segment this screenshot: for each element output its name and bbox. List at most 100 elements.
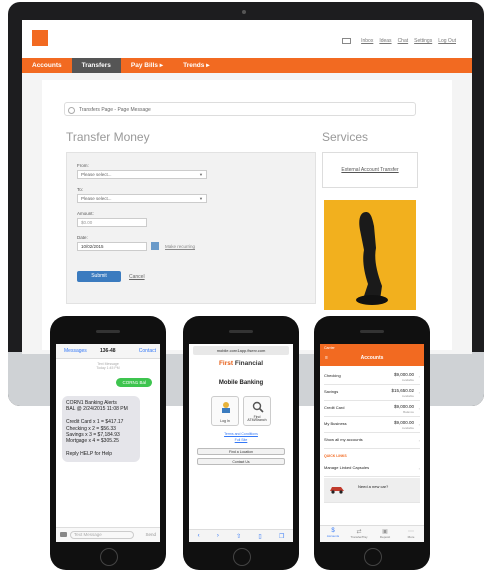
url-bar[interactable]: mobile.corn1app.fiserv.com (193, 346, 289, 355)
link-inbox[interactable]: Inbox (361, 38, 373, 44)
account-name: Checking (324, 373, 341, 378)
tab-transfer-pay[interactable]: ⇄ Transfer/Pay (346, 528, 372, 539)
login-label: Log In (220, 419, 230, 423)
to-select[interactable]: Please select... ▼ (77, 194, 207, 203)
sms-thread-title: 136-48 (100, 348, 116, 354)
account-row-business[interactable]: My Business $9,000.00 Available › (324, 418, 420, 433)
chevron-right-icon: › (418, 406, 420, 411)
tabs-icon[interactable]: ❐ (279, 533, 284, 540)
chevron-right-icon: › (418, 466, 420, 471)
to-label: To: (77, 187, 84, 192)
magnifier-icon (252, 401, 264, 413)
nav-transfers[interactable]: Transfers (71, 58, 121, 73)
web-screen: mobile.corn1app.fiserv.com First Financi… (189, 344, 293, 542)
sms-meta: Text Message Today 1:45 PM (56, 362, 160, 370)
desktop-screen: Inbox Ideas Chat Settings Log Out Accoun… (22, 20, 472, 354)
find-atm-tile[interactable]: Find ATM/Branch (243, 396, 271, 426)
submit-button[interactable]: Submit (77, 271, 121, 282)
account-row-checking[interactable]: Checking $9,000.00 Available › (324, 370, 420, 385)
send-button[interactable]: Send (145, 532, 156, 537)
forward-arrow-icon[interactable]: › (217, 533, 219, 539)
nav-trends[interactable]: Trends ▸ (173, 58, 219, 73)
make-recurring-link[interactable]: Make recurring (165, 244, 195, 249)
external-transfer-link[interactable]: External Account Transfer (341, 167, 398, 173)
app-tab-bar: $ Accounts ⇄ Transfer/Pay ▣ Deposit ⋯ More (320, 525, 424, 542)
top-bar: Inbox Ideas Chat Settings Log Out (22, 20, 472, 58)
services-box: External Account Transfer (322, 152, 418, 188)
camera-icon[interactable] (60, 532, 67, 537)
sms-compose-bar: Text Message Send (56, 527, 160, 542)
services-heading: Services (322, 130, 369, 144)
ad-banner[interactable] (324, 200, 416, 310)
date-label: Date: (77, 235, 88, 240)
more-icon: ⋯ (408, 529, 414, 535)
status-bar: Carrier (324, 346, 335, 350)
calendar-icon[interactable] (151, 242, 159, 250)
from-select[interactable]: Please select... ▼ (77, 170, 207, 179)
received-message: CORN1 Banking Alerts BAL @ 2/24/2015 11:… (62, 396, 140, 462)
link-ideas[interactable]: Ideas (379, 38, 391, 44)
transfer-form: From: Please select... ▼ To: Please sele… (66, 152, 316, 304)
home-button[interactable] (233, 548, 251, 566)
account-row-savings[interactable]: Savings $15,650.02 Available › (324, 386, 420, 401)
account-amount: $9,000.00 (393, 404, 414, 409)
messages-back-button[interactable]: Messages (64, 348, 87, 354)
amount-input[interactable]: $0.00 (77, 218, 147, 227)
contact-us-button[interactable]: Contact Us (197, 458, 285, 465)
account-sub: Available (401, 394, 414, 398)
from-label: From: (77, 163, 89, 168)
app-title: Accounts (360, 355, 384, 361)
tab-deposit-label: Deposit (379, 535, 391, 539)
login-tile[interactable]: Log In (211, 396, 239, 426)
tab-accounts[interactable]: $ Accounts (320, 528, 346, 538)
account-sub: Available (401, 378, 414, 382)
full-site-link[interactable]: Full Site (189, 438, 293, 442)
nav-pay-bills[interactable]: Pay Bills ▸ (121, 58, 173, 73)
logo-first: First (218, 360, 234, 367)
show-all-accounts[interactable]: Show all my accounts › (324, 434, 420, 449)
link-chat[interactable]: Chat (398, 38, 409, 44)
first-financial-logo: First Financial (189, 360, 293, 367)
nav-accounts[interactable]: Accounts (22, 58, 72, 73)
account-amount: $9,000.00 (393, 420, 414, 425)
link-logout[interactable]: Log Out (438, 38, 456, 44)
mail-icon[interactable] (342, 38, 352, 44)
chevron-right-icon: › (418, 374, 420, 379)
contact-button[interactable]: Contact (139, 348, 156, 354)
account-row-credit-card[interactable]: Credit Card $9,000.00 Balance › (324, 402, 420, 417)
tab-accounts-label: Accounts (326, 534, 340, 538)
tab-more-label: More (407, 535, 415, 539)
cancel-link[interactable]: Cancel (129, 274, 145, 280)
quick-link-row[interactable]: Manage Linked Capsules › (324, 462, 420, 477)
promo-banner[interactable]: Need a new car? (324, 478, 420, 503)
to-select-value: Please select... (81, 196, 112, 201)
transfer-heading: Transfer Money (66, 130, 150, 144)
find-location-button[interactable]: Find a Location (197, 448, 285, 455)
quick-link-label: Manage Linked Capsules (324, 465, 370, 470)
page-message: Transfers Page - Page Message (64, 102, 416, 116)
home-button[interactable] (364, 548, 382, 566)
telephone-icon (356, 212, 388, 305)
terms-link[interactable]: Terms and Conditions (189, 432, 293, 436)
date-input[interactable]: 10/02/2015 (77, 242, 147, 251)
logo-financial: Financial (234, 360, 264, 367)
from-select-value: Please select... (81, 172, 112, 177)
tab-transfer-label: Transfer/Pay (350, 535, 368, 539)
sms-text-input[interactable]: Text Message (70, 531, 134, 539)
home-button[interactable] (100, 548, 118, 566)
link-settings[interactable]: Settings (414, 38, 432, 44)
account-amount: $15,650.02 (391, 388, 414, 393)
bank-logo[interactable] (32, 30, 48, 46)
tab-deposit[interactable]: ▣ Deposit (372, 528, 398, 539)
back-arrow-icon[interactable]: ‹ (198, 533, 200, 539)
chevron-right-icon: › (418, 438, 420, 443)
deposit-icon: ▣ (382, 529, 388, 535)
phone-speaker (96, 330, 120, 333)
share-icon[interactable]: ⇧ (236, 533, 241, 540)
bookmarks-icon[interactable]: ▯ (258, 533, 261, 540)
main-nav: Accounts Transfers Pay Bills ▸ Trends ▸ (22, 58, 472, 73)
car-icon (330, 487, 344, 494)
tab-more[interactable]: ⋯ More (398, 528, 424, 539)
chevron-right-icon: › (418, 422, 420, 427)
account-name: My Business (324, 421, 347, 426)
